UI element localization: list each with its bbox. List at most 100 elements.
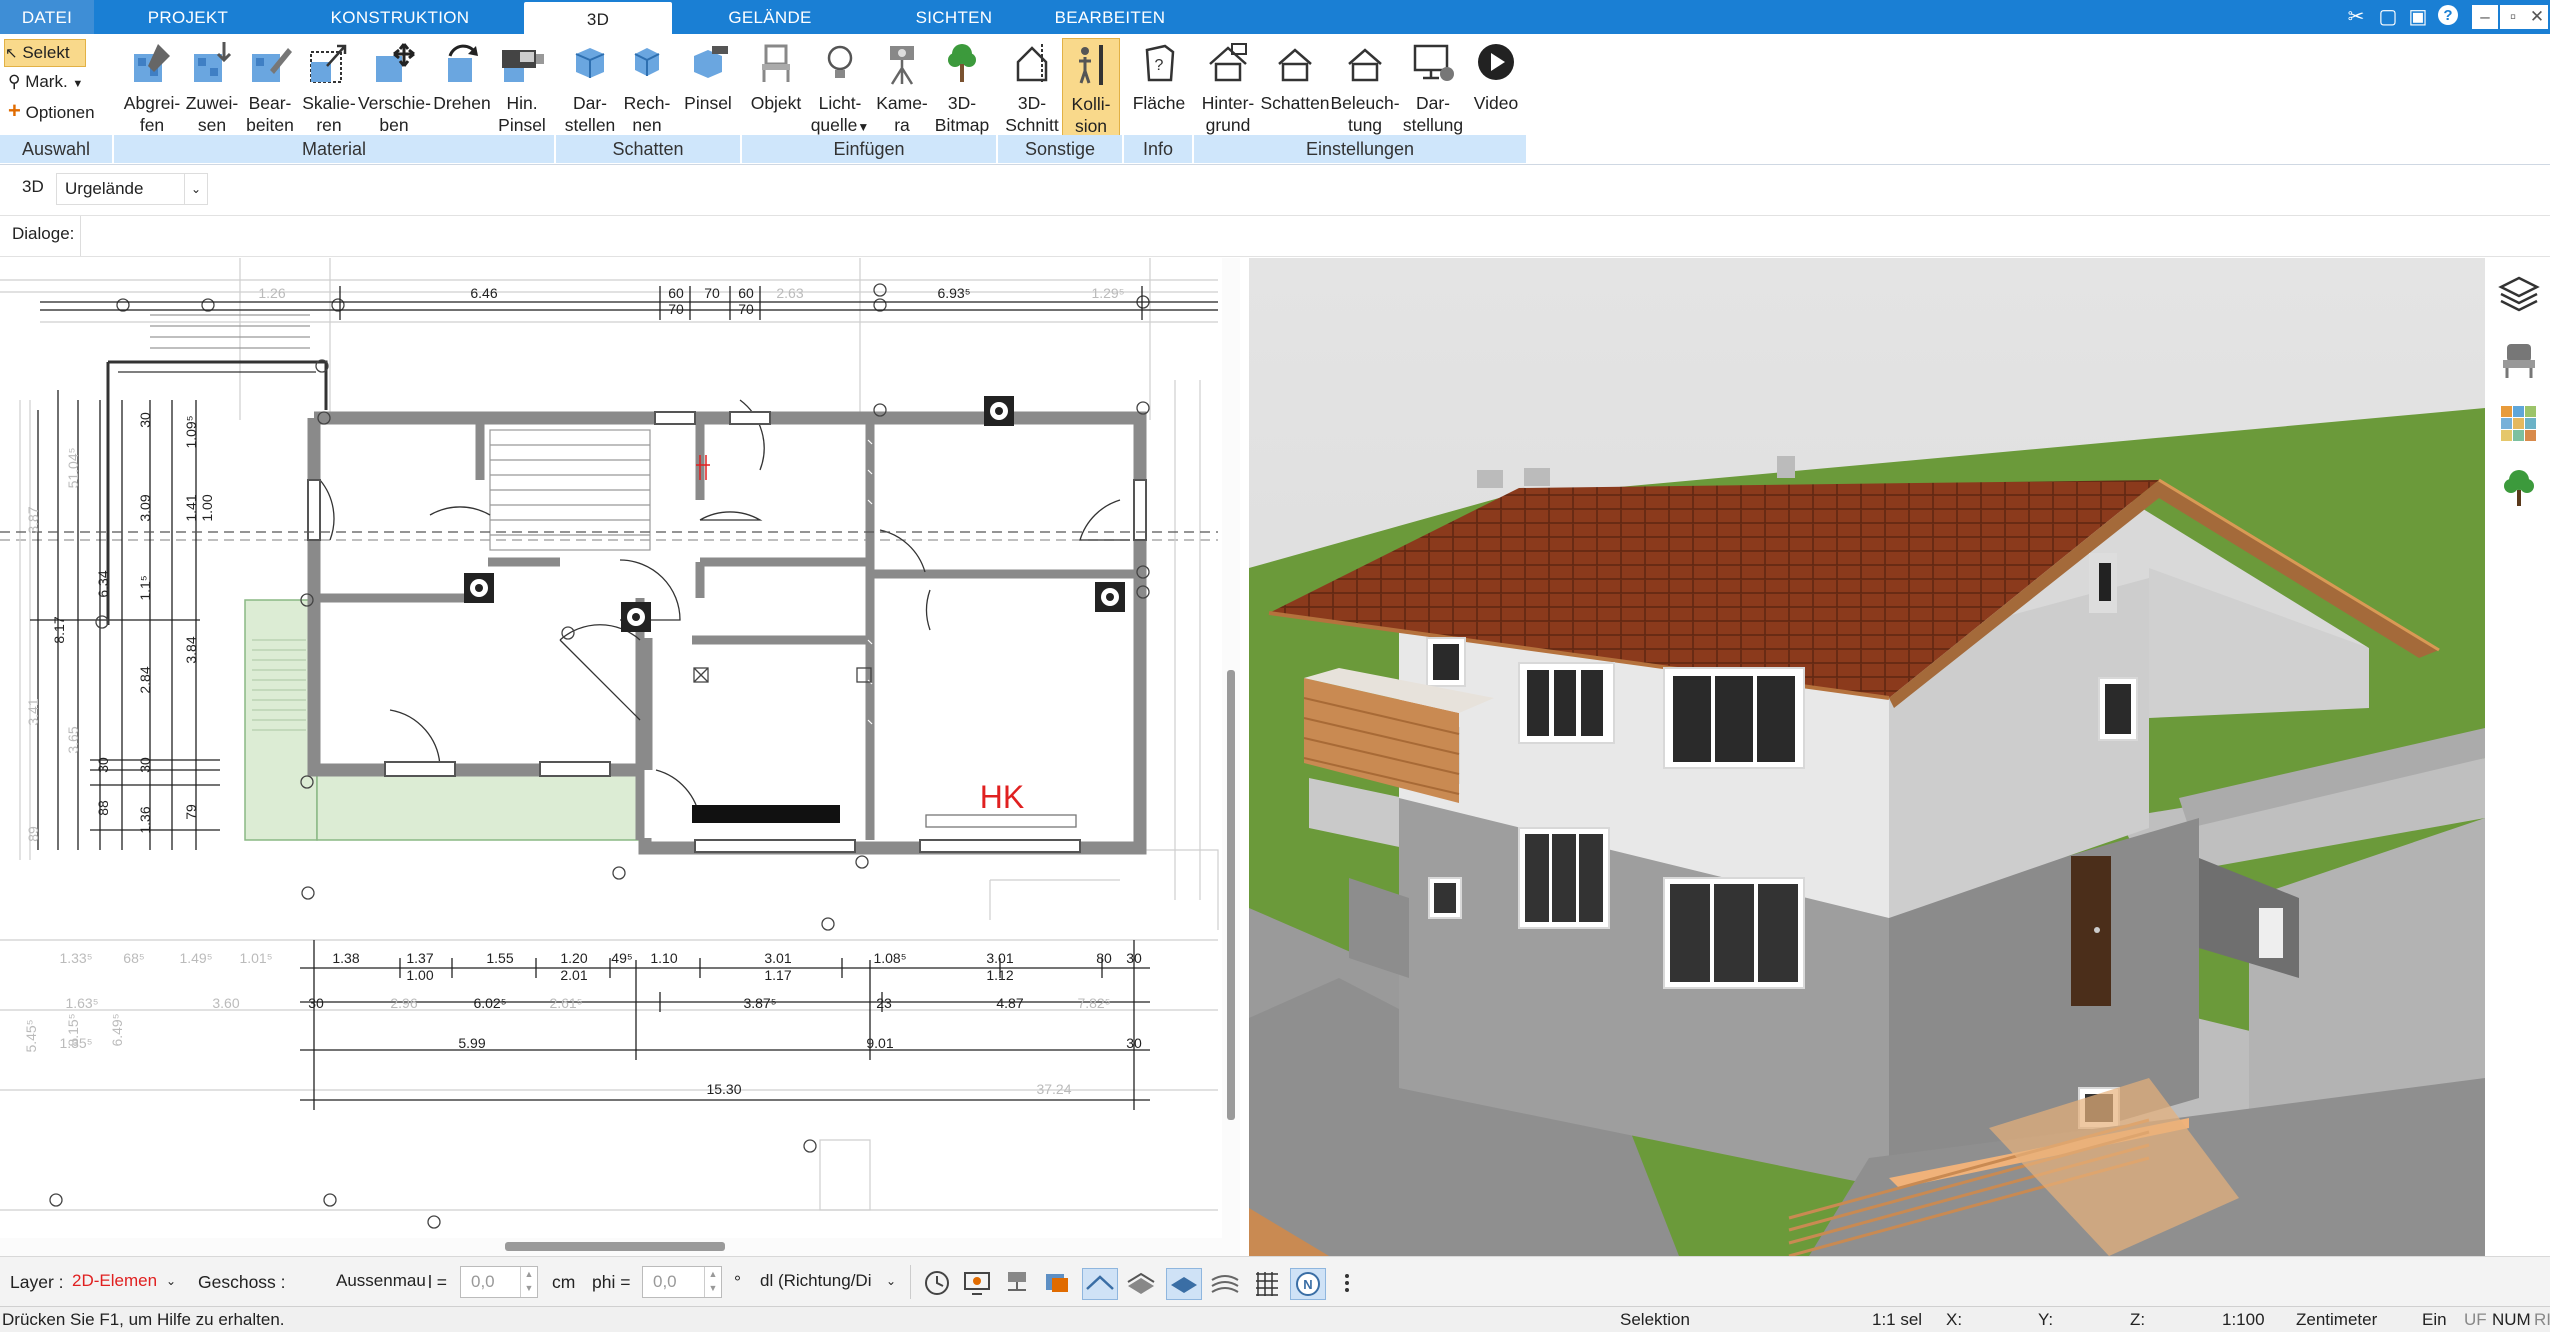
hin-pinsel-button[interactable]: Hin. Pinsel <box>494 38 550 135</box>
dim-top-3: 70 <box>704 285 720 301</box>
terrain-icon[interactable] <box>1208 1268 1242 1298</box>
layer-select[interactable]: 2D-Elemen ⌄ <box>66 1266 180 1296</box>
layer-stack-icon[interactable] <box>1040 1268 1074 1298</box>
floor-plane-icon[interactable] <box>1166 1268 1202 1300</box>
3d-bitmap-button[interactable]: 3D- Bitmap <box>930 38 994 135</box>
drehen-button[interactable]: Drehen <box>430 38 494 134</box>
help-icon[interactable]: ? <box>2434 3 2462 31</box>
dim-bottom-36: 5.45⁵ <box>23 1019 39 1052</box>
flaeche-button[interactable]: ? Fläche <box>1128 38 1190 134</box>
darstellung-button[interactable]: Dar- stellung <box>1400 38 1466 135</box>
north-icon[interactable]: N <box>1290 1268 1326 1300</box>
scrollbar-thumb[interactable] <box>505 1242 725 1251</box>
bearbeiten-button[interactable]: Bear- beiten <box>240 38 300 135</box>
shadow-house-icon <box>1278 48 1312 82</box>
section-cut-icon <box>1016 44 1048 84</box>
tab-konstruktion[interactable]: KONSTRUKTION <box>300 0 500 34</box>
skalieren-button[interactable]: Skalie- ren <box>298 38 360 135</box>
abgreifen-label-2: fen <box>139 115 165 135</box>
spinner-icon[interactable]: ▲ ▼ <box>704 1267 721 1297</box>
kollision-button[interactable]: Kolli- sion <box>1062 38 1120 136</box>
dim-left-13: 1.36 <box>137 806 153 833</box>
network-icon[interactable] <box>1000 1268 1034 1298</box>
tree-icon[interactable] <box>2497 466 2541 510</box>
3d-bitmap-label-1: 3D- <box>947 93 977 113</box>
window-layout-icon[interactable]: ▢ <box>2374 3 2402 31</box>
zuweisen-label-1: Zuwei- <box>185 93 239 113</box>
video-button[interactable]: Video <box>1466 38 1526 134</box>
pinsel-button[interactable]: Pinsel <box>678 38 738 134</box>
menu-tab-bar: DATEI PROJEKT KONSTRUKTION 3D GELÄNDE SI… <box>0 0 2550 34</box>
dim-top-8: 1.26 <box>258 285 285 301</box>
objekt-button[interactable]: Objekt <box>744 38 808 134</box>
close-icon[interactable]: ✕ <box>2526 5 2548 29</box>
verschieben-label-1: Verschie- <box>358 93 431 113</box>
rechnen-label-1: Rech- <box>623 93 671 113</box>
rechnen-button[interactable]: Rech- nen <box>618 38 676 135</box>
spinner-icon[interactable]: ▲ ▼ <box>520 1267 537 1297</box>
roof-view-icon[interactable] <box>1082 1268 1118 1300</box>
3d-view[interactable] <box>1249 258 2485 1256</box>
terrain-value: Urgelände <box>65 179 144 198</box>
tab-datei[interactable]: DATEI <box>0 0 94 34</box>
kamera-button[interactable]: Kame- ra <box>872 38 932 135</box>
walls-3d-icon[interactable] <box>1124 1268 1158 1298</box>
l-input[interactable]: 0,0 ▲ ▼ <box>460 1266 538 1298</box>
layers-icon[interactable] <box>2497 272 2541 316</box>
restore-icon[interactable]: ▫ <box>2500 5 2526 29</box>
dim-bottom-14: 1.17 <box>764 967 791 983</box>
tools-icon[interactable]: ✂ <box>2342 3 2370 31</box>
tab-bearbeiten[interactable]: BEARBEITEN <box>1040 0 1180 34</box>
tab-3d[interactable]: 3D <box>524 2 672 34</box>
monitor-icon[interactable] <box>960 1268 994 1298</box>
dim-left-11: 30 <box>137 757 153 773</box>
hintergrund-label-2: grund <box>1205 115 1251 135</box>
beleuchtung-button[interactable]: Beleuch- tung <box>1330 38 1400 135</box>
tab-gelaende[interactable]: GELÄNDE <box>700 0 840 34</box>
hintergrund-button[interactable]: Hinter- grund <box>1196 38 1260 135</box>
scrollbar-thumb[interactable] <box>1227 670 1235 1120</box>
material-palette-icon[interactable] <box>2497 402 2541 446</box>
geschoss-value: Aussenmau <box>336 1271 426 1290</box>
dim-left-1: 30 <box>137 412 153 428</box>
more-icon[interactable] <box>1340 1268 1354 1298</box>
darstellen-button[interactable]: Dar- stellen <box>558 38 622 135</box>
minimize-icon[interactable]: – <box>2472 5 2498 29</box>
plan-horizontal-scrollbar[interactable] <box>0 1238 1240 1256</box>
lichtquelle-label-1: Licht- <box>818 93 862 113</box>
schatten-button[interactable]: Schatten <box>1260 38 1330 134</box>
verschieben-button[interactable]: Verschie- ben <box>358 38 431 135</box>
dim-bottom-19: 1.01⁵ <box>239 950 272 966</box>
dim-bottom-25: 2.61⁵ <box>549 995 582 1011</box>
plan-vertical-scrollbar[interactable] <box>1222 258 1240 1238</box>
optionen-button[interactable]: + Optionen <box>8 98 95 126</box>
geschoss-select[interactable]: Aussenmau <box>286 1266 426 1296</box>
dialog-row: Dialoge: <box>0 216 2550 257</box>
direction-select[interactable]: dl (Richtung/Di ⌄ <box>756 1266 900 1296</box>
lichtquelle-button[interactable]: Licht- quelle▼ <box>810 38 870 135</box>
play-icon <box>1478 44 1514 80</box>
dialoge-label: Dialoge: <box>12 224 75 243</box>
grid-icon[interactable] <box>1250 1268 1284 1298</box>
hin-pinsel-label-2: Pinsel <box>498 115 546 135</box>
dim-bottom-23: 2.96 <box>390 995 417 1011</box>
tab-sichten[interactable]: SICHTEN <box>886 0 1022 34</box>
zuweisen-button[interactable]: Zuwei- sen <box>184 38 240 135</box>
floor-plan-view[interactable]: 6.46 60 70 60 70 70 6.93⁵ 1.26 2.63 1.29… <box>0 258 1240 1238</box>
tab-projekt[interactable]: PROJEKT <box>120 0 256 34</box>
selekt-button[interactable]: ↖ Selekt <box>4 39 86 67</box>
assign-material-icon <box>194 42 232 82</box>
3d-schnitt-button[interactable]: 3D- Schnitt <box>1000 38 1064 135</box>
mark-button[interactable]: ⚲ Mark. ▼ <box>8 70 83 96</box>
camera-icon <box>890 46 914 85</box>
chair-icon[interactable] <box>2497 338 2541 382</box>
dim-bottom-28: 4.87 <box>996 995 1023 1011</box>
bearbeiten-label-2: beiten <box>246 115 294 135</box>
dim-bottom-11: 30 <box>1126 950 1142 966</box>
clock-icon[interactable] <box>920 1268 954 1298</box>
phi-input[interactable]: 0,0 ▲ ▼ <box>642 1266 722 1298</box>
abgreifen-button[interactable]: Abgrei- fen <box>118 38 186 135</box>
window-stack-icon[interactable]: ▣ <box>2404 3 2432 31</box>
svg-text:?: ? <box>1155 57 1164 74</box>
terrain-select[interactable]: Urgelände ⌄ <box>56 173 208 205</box>
